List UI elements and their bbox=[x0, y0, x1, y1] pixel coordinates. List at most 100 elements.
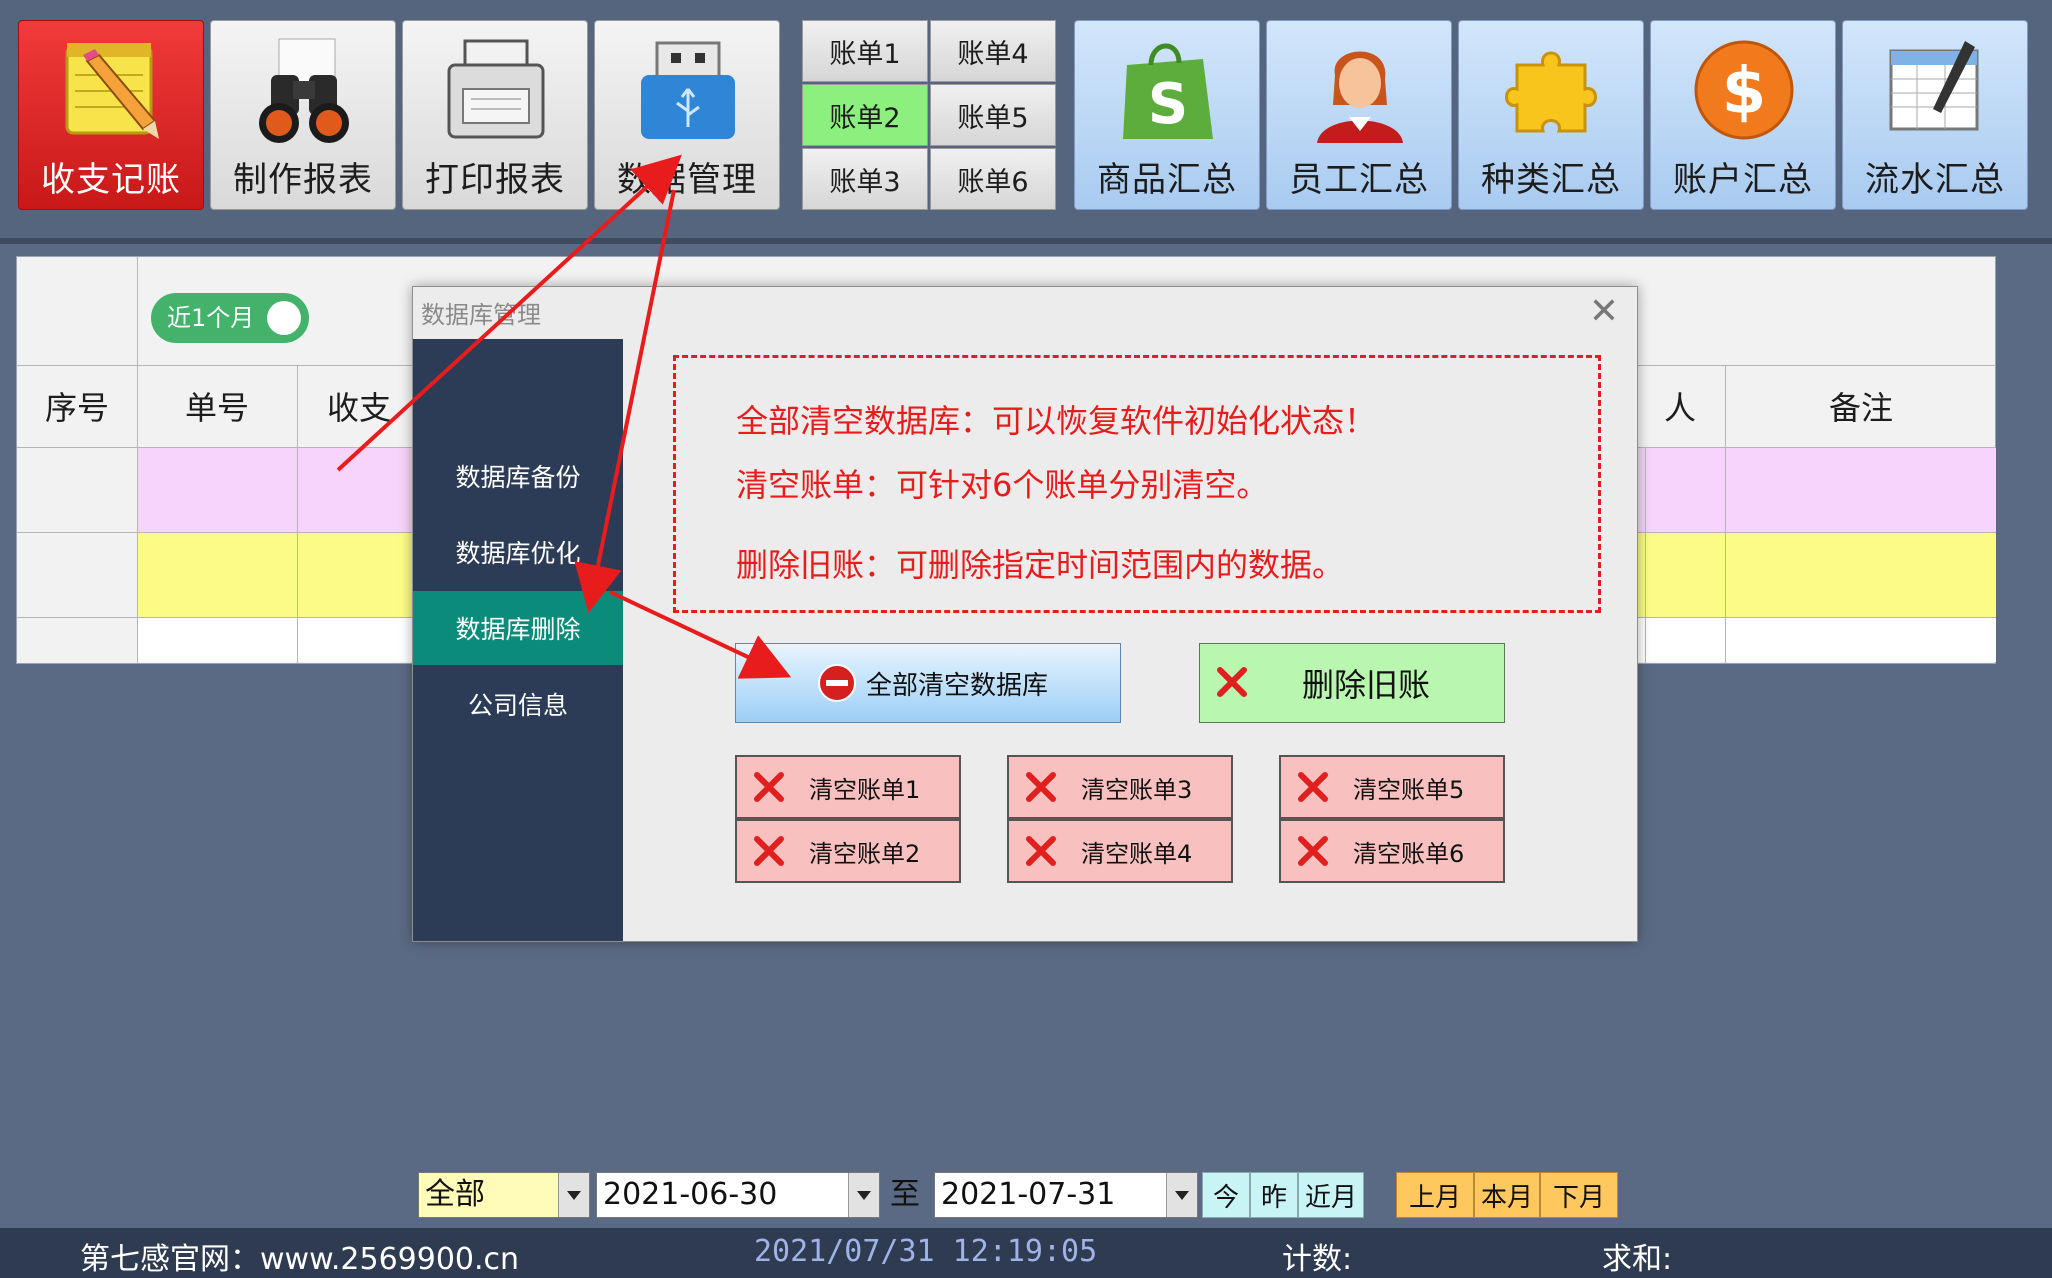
sum-label: 求和: bbox=[1602, 1242, 1673, 1277]
clear-bill-2-button[interactable]: 清空账单2 bbox=[735, 819, 961, 883]
bill-4-button[interactable]: 账单4 bbox=[930, 20, 1056, 82]
bill-5-button[interactable]: 账单5 bbox=[930, 84, 1056, 146]
main-toolbar: 收支记账 制作报表 打印报表 数据管理 账单1 账单4 账单2 账单5 账单3 … bbox=[0, 0, 2052, 244]
red-x-icon bbox=[751, 833, 787, 869]
date-from-value: 2021-06-30 bbox=[603, 1177, 778, 1212]
clear-bill-4-label: 清空账单4 bbox=[1081, 839, 1193, 868]
printer-icon bbox=[447, 39, 545, 139]
red-x-icon bbox=[1023, 769, 1059, 805]
red-x-icon bbox=[1023, 833, 1059, 869]
category-summary-label: 种类汇总 bbox=[1481, 160, 1621, 200]
flow-summary-button[interactable]: 流水汇总 bbox=[1842, 20, 2028, 210]
date-to-select[interactable]: 2021-07-31 bbox=[934, 1172, 1198, 1218]
next-month-button[interactable]: 下月 bbox=[1540, 1172, 1618, 1218]
sidebar-item-optimize[interactable]: 数据库优化 bbox=[413, 515, 623, 589]
column-header-type: 收支 bbox=[326, 389, 391, 427]
status-bar: 第七感官网：www.2569900.cn 2021/07/31 12:19:05… bbox=[0, 1228, 2052, 1278]
recent-month-button[interactable]: 近月 bbox=[1298, 1172, 1364, 1218]
to-label: 至 bbox=[890, 1177, 920, 1212]
category-summary-button[interactable]: 种类汇总 bbox=[1458, 20, 1644, 210]
chevron-down-icon[interactable] bbox=[848, 1173, 879, 1217]
usb-drive-icon bbox=[641, 41, 735, 139]
sidebar-item-backup[interactable]: 数据库备份 bbox=[413, 439, 623, 513]
red-x-icon bbox=[751, 769, 787, 805]
account-summary-label: 账户汇总 bbox=[1673, 160, 1813, 200]
yesterday-button[interactable]: 昨 bbox=[1250, 1172, 1298, 1218]
close-icon[interactable]: ✕ bbox=[1589, 291, 1619, 332]
date-to-value: 2021-07-31 bbox=[941, 1177, 1116, 1212]
last-month-button[interactable]: 上月 bbox=[1396, 1172, 1474, 1218]
print-report-label: 打印报表 bbox=[425, 160, 565, 200]
website-text: 第七感官网：www.2569900.cn bbox=[80, 1242, 520, 1277]
employee-summary-button[interactable]: 员工汇总 bbox=[1266, 20, 1452, 210]
recent-month-toggle[interactable]: 近1个月 bbox=[151, 293, 309, 343]
clear-bill-2-label: 清空账单2 bbox=[809, 839, 921, 868]
this-month-button[interactable]: 本月 bbox=[1474, 1172, 1540, 1218]
database-management-dialog: 数据库管理 ✕ 数据库备份 数据库优化 数据库删除 公司信息 全部清空数据库：可… bbox=[412, 286, 1638, 942]
pencil-notepad-icon bbox=[65, 43, 159, 139]
clear-bill-3-button[interactable]: 清空账单3 bbox=[1007, 755, 1233, 819]
column-header-index: 序号 bbox=[44, 389, 109, 427]
svg-text:$: $ bbox=[1722, 55, 1767, 129]
bill-selector: 账单1 账单4 账单2 账单5 账单3 账单6 bbox=[802, 20, 1056, 210]
employee-summary-label: 员工汇总 bbox=[1289, 160, 1429, 200]
clear-all-label: 全部清空数据库 bbox=[866, 670, 1049, 701]
delete-old-records-button[interactable]: 删除旧账 bbox=[1199, 643, 1505, 723]
svg-text:S: S bbox=[1148, 72, 1188, 137]
flow-summary-label: 流水汇总 bbox=[1865, 160, 2005, 200]
clear-all-database-button[interactable]: 全部清空数据库 bbox=[735, 643, 1121, 723]
type-filter-select[interactable]: 全部 bbox=[418, 1172, 590, 1218]
bookkeeping-label: 收支记账 bbox=[41, 160, 181, 200]
bill-1-button[interactable]: 账单1 bbox=[802, 20, 928, 82]
product-summary-label: 商品汇总 bbox=[1097, 160, 1237, 200]
data-management-label: 数据管理 bbox=[617, 160, 757, 200]
date-from-select[interactable]: 2021-06-30 bbox=[596, 1172, 880, 1218]
clear-bill-5-button[interactable]: 清空账单5 bbox=[1279, 755, 1505, 819]
stop-icon bbox=[818, 664, 856, 702]
column-header-person: 人 bbox=[1663, 389, 1696, 427]
print-report-button[interactable]: 打印报表 bbox=[402, 20, 588, 210]
notice-line-clear-all: 全部清空数据库：可以恢复软件初始化状态！ bbox=[736, 402, 1377, 440]
clear-bill-5-label: 清空账单5 bbox=[1353, 775, 1465, 804]
product-summary-button[interactable]: S 商品汇总 bbox=[1074, 20, 1260, 210]
red-x-icon bbox=[1295, 769, 1331, 805]
clear-bill-6-button[interactable]: 清空账单6 bbox=[1279, 819, 1505, 883]
chevron-down-icon[interactable] bbox=[558, 1173, 589, 1217]
make-report-label: 制作报表 bbox=[233, 160, 373, 200]
employee-avatar-icon bbox=[1317, 51, 1403, 143]
count-label: 计数: bbox=[1282, 1242, 1353, 1277]
column-header-note: 备注 bbox=[1828, 389, 1893, 427]
toggle-knob bbox=[267, 301, 301, 335]
binoculars-icon bbox=[259, 38, 349, 143]
shopify-bag-icon: S bbox=[1123, 43, 1213, 139]
bookkeeping-button[interactable]: 收支记账 bbox=[18, 20, 204, 210]
column-header-number: 单号 bbox=[184, 389, 249, 427]
notice-box: 全部清空数据库：可以恢复软件初始化状态！ 清空账单：可针对6个账单分别清空。 删… bbox=[673, 355, 1601, 613]
data-management-button[interactable]: 数据管理 bbox=[594, 20, 780, 210]
today-button[interactable]: 今 bbox=[1202, 1172, 1250, 1218]
account-summary-button[interactable]: $ 账户汇总 bbox=[1650, 20, 1836, 210]
dialog-title: 数据库管理 bbox=[421, 301, 541, 329]
clear-bill-1-label: 清空账单1 bbox=[809, 775, 921, 804]
puzzle-icon bbox=[1505, 51, 1597, 133]
clear-bill-3-label: 清空账单3 bbox=[1081, 775, 1193, 804]
bill-2-button[interactable]: 账单2 bbox=[802, 84, 928, 146]
notice-line-delete-old: 删除旧账：可删除指定时间范围内的数据。 bbox=[736, 546, 1345, 584]
chevron-down-icon[interactable] bbox=[1166, 1173, 1197, 1217]
delete-old-label: 删除旧账 bbox=[1302, 666, 1431, 704]
bill-3-button[interactable]: 账单3 bbox=[802, 148, 928, 210]
clear-bill-1-button[interactable]: 清空账单1 bbox=[735, 755, 961, 819]
red-x-icon bbox=[1295, 833, 1331, 869]
dialog-sidebar: 数据库备份 数据库优化 数据库删除 公司信息 bbox=[413, 339, 623, 941]
sidebar-item-company-info[interactable]: 公司信息 bbox=[413, 667, 623, 741]
dollar-coin-icon: $ bbox=[1694, 40, 1794, 140]
type-filter-value: 全部 bbox=[425, 1177, 485, 1212]
notice-line-clear-bill: 清空账单：可针对6个账单分别清空。 bbox=[736, 466, 1269, 504]
toggle-label: 近1个月 bbox=[167, 304, 255, 332]
clear-bill-4-button[interactable]: 清空账单4 bbox=[1007, 819, 1233, 883]
sidebar-item-delete[interactable]: 数据库删除 bbox=[413, 591, 623, 665]
datetime-text: 2021/07/31 12:19:05 bbox=[754, 1234, 1098, 1269]
make-report-button[interactable]: 制作报表 bbox=[210, 20, 396, 210]
spreadsheet-pen-icon bbox=[1889, 41, 1979, 131]
bill-6-button[interactable]: 账单6 bbox=[930, 148, 1056, 210]
